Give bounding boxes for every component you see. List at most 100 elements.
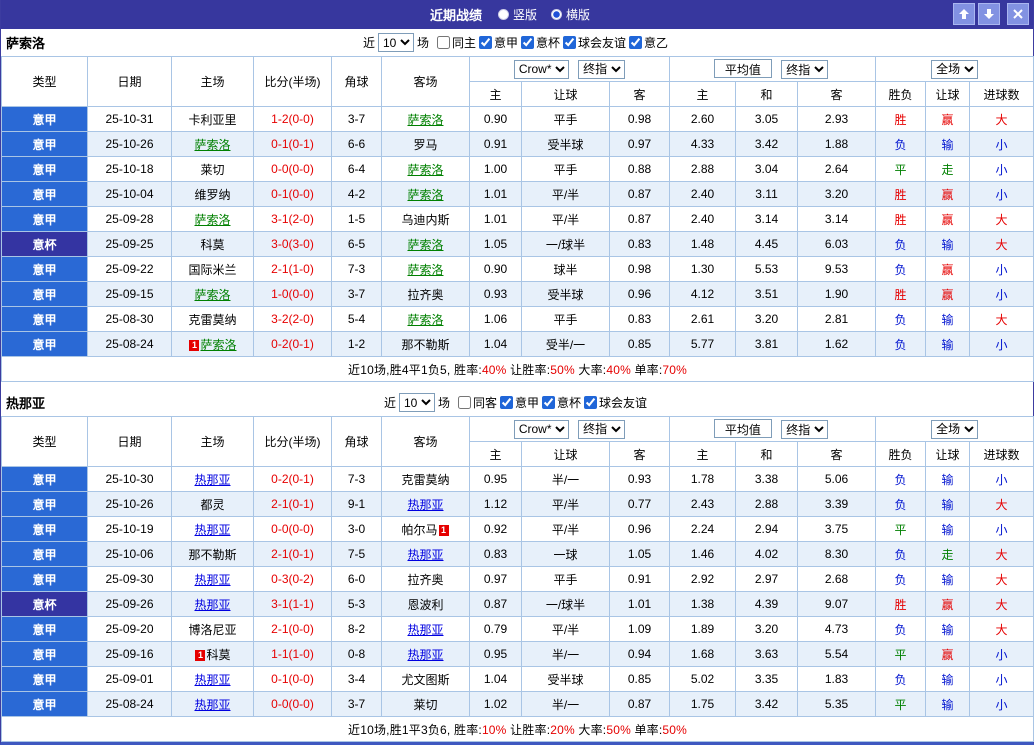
layout-radio-horizontal[interactable]: 横版 [551,6,590,23]
checkbox-input[interactable] [629,36,643,49]
team-link[interactable]: 萨索洛 [194,138,230,152]
avg-final-select[interactable]: 终指 [781,60,829,80]
filter-checkbox[interactable]: 球会友谊 [563,34,626,51]
score-cell[interactable]: 3-0(3-0) [253,231,332,257]
filter-checkbox[interactable]: 意杯 [542,394,581,411]
team-cell[interactable]: 拉齐奥 [381,281,470,307]
team-cell[interactable]: 乌迪内斯 [381,206,470,232]
avg-final-select[interactable]: 终指 [781,420,829,440]
team-cell[interactable]: 热那亚 [171,591,254,617]
team-link[interactable]: 都灵 [200,498,224,512]
score-cell[interactable]: 3-2(2-0) [253,306,332,332]
team-cell[interactable]: 维罗纳 [171,181,254,207]
team-cell[interactable]: 热那亚 [381,616,470,642]
team-link[interactable]: 拉齐奥 [407,288,443,302]
checkbox-input[interactable] [563,36,577,49]
score-cell[interactable]: 0-1(0-0) [253,666,332,692]
team-cell[interactable]: 莱切 [381,691,470,717]
team-cell[interactable]: 都灵 [171,491,254,517]
team-link[interactable]: 那不勒斯 [401,338,449,352]
match-count-select[interactable]: 10 [398,393,435,412]
filter-checkbox[interactable]: 意乙 [629,34,668,51]
score-cell[interactable]: 0-1(0-0) [253,181,332,207]
team-link[interactable]: 萨索洛 [407,313,443,327]
team-link[interactable]: 热那亚 [194,698,230,712]
score-cell[interactable]: 0-2(0-1) [253,331,332,357]
team-link[interactable]: 尤文图斯 [401,673,449,687]
team-cell[interactable]: 热那亚 [381,541,470,567]
team-cell[interactable]: 克雷莫纳 [381,466,470,492]
score-cell[interactable]: 0-0(0-0) [253,691,332,717]
team-cell[interactable]: 热那亚 [171,466,254,492]
team-link[interactable]: 萨索洛 [200,338,236,352]
match-count-select[interactable]: 10 [377,33,414,52]
filter-checkbox[interactable]: 意甲 [500,394,539,411]
team-link[interactable]: 热那亚 [194,673,230,687]
team-link[interactable]: 克雷莫纳 [401,473,449,487]
team-cell[interactable]: 博洛尼亚 [171,616,254,642]
team-cell[interactable]: 那不勒斯 [381,331,470,357]
team-cell[interactable]: 萨索洛 [381,231,470,257]
team-cell[interactable]: 热那亚 [171,666,254,692]
team-link[interactable]: 热那亚 [407,623,443,637]
team-cell[interactable]: 克雷莫纳 [171,306,254,332]
scope-select[interactable]: 全场 [931,59,979,79]
scope-select[interactable]: 全场 [931,419,979,439]
team-cell[interactable]: 国际米兰 [171,256,254,282]
score-cell[interactable]: 2-1(0-0) [253,616,332,642]
team-cell[interactable]: 萨索洛 [171,131,254,157]
score-cell[interactable]: 1-2(0-0) [253,106,332,132]
checkbox-input[interactable] [584,396,598,409]
team-link[interactable]: 热那亚 [407,648,443,662]
team-link[interactable]: 帕尔马 [401,523,437,537]
team-cell[interactable]: 热那亚 [381,491,470,517]
team-link[interactable]: 罗马 [413,138,437,152]
score-cell[interactable]: 2-1(0-1) [253,541,332,567]
team-link[interactable]: 恩波利 [407,598,443,612]
checkbox-input[interactable] [500,396,513,409]
team-link[interactable]: 热那亚 [194,573,230,587]
team-link[interactable]: 维罗纳 [194,188,230,202]
score-cell[interactable]: 2-1(0-1) [253,491,332,517]
team-cell[interactable]: 热那亚 [171,516,254,542]
team-cell[interactable]: 帕尔马 1 [381,516,470,542]
team-cell[interactable]: 拉齐奥 [381,566,470,592]
team-link[interactable]: 乌迪内斯 [401,213,449,227]
team-link[interactable]: 萨索洛 [407,163,443,177]
team-link[interactable]: 拉齐奥 [407,573,443,587]
team-link[interactable]: 莱切 [200,163,224,177]
average-label-box[interactable]: 平均值 [713,418,772,438]
team-link[interactable]: 博洛尼亚 [188,623,236,637]
score-cell[interactable]: 3-1(2-0) [253,206,332,232]
score-cell[interactable]: 0-0(0-0) [253,156,332,182]
layout-radio-vertical[interactable]: 竖版 [497,6,537,23]
team-link[interactable]: 萨索洛 [407,188,443,202]
team-link[interactable]: 热那亚 [194,598,230,612]
team-link[interactable]: 国际米兰 [188,263,236,277]
scroll-up-button[interactable] [953,3,975,25]
checkbox-input[interactable] [457,396,471,409]
team-cell[interactable]: 恩波利 [381,591,470,617]
team-link[interactable]: 克雷莫纳 [188,313,236,327]
team-cell[interactable]: 萨索洛 [381,181,470,207]
filter-checkbox[interactable]: 同客 [457,394,497,411]
checkbox-input[interactable] [478,36,492,49]
team-link[interactable]: 热那亚 [407,548,443,562]
team-link[interactable]: 萨索洛 [194,288,230,302]
odds-final-select[interactable]: 终指 [578,59,626,79]
score-cell[interactable]: 3-1(1-1) [253,591,332,617]
scroll-down-button[interactable] [978,3,1000,25]
team-link[interactable]: 热那亚 [194,523,230,537]
team-cell[interactable]: 热那亚 [171,691,254,717]
odds-company-select[interactable]: Crow* [513,419,569,439]
team-link[interactable]: 萨索洛 [407,263,443,277]
score-cell[interactable]: 1-1(1-0) [253,641,332,667]
team-link[interactable]: 卡利亚里 [188,113,236,127]
team-link[interactable]: 萨索洛 [407,113,443,127]
team-link[interactable]: 萨索洛 [194,213,230,227]
score-cell[interactable]: 0-2(0-1) [253,466,332,492]
score-cell[interactable]: 2-1(1-0) [253,256,332,282]
checkbox-input[interactable] [521,36,534,49]
team-cell[interactable]: 科莫 [171,231,254,257]
filter-checkbox[interactable]: 同主 [436,34,476,51]
